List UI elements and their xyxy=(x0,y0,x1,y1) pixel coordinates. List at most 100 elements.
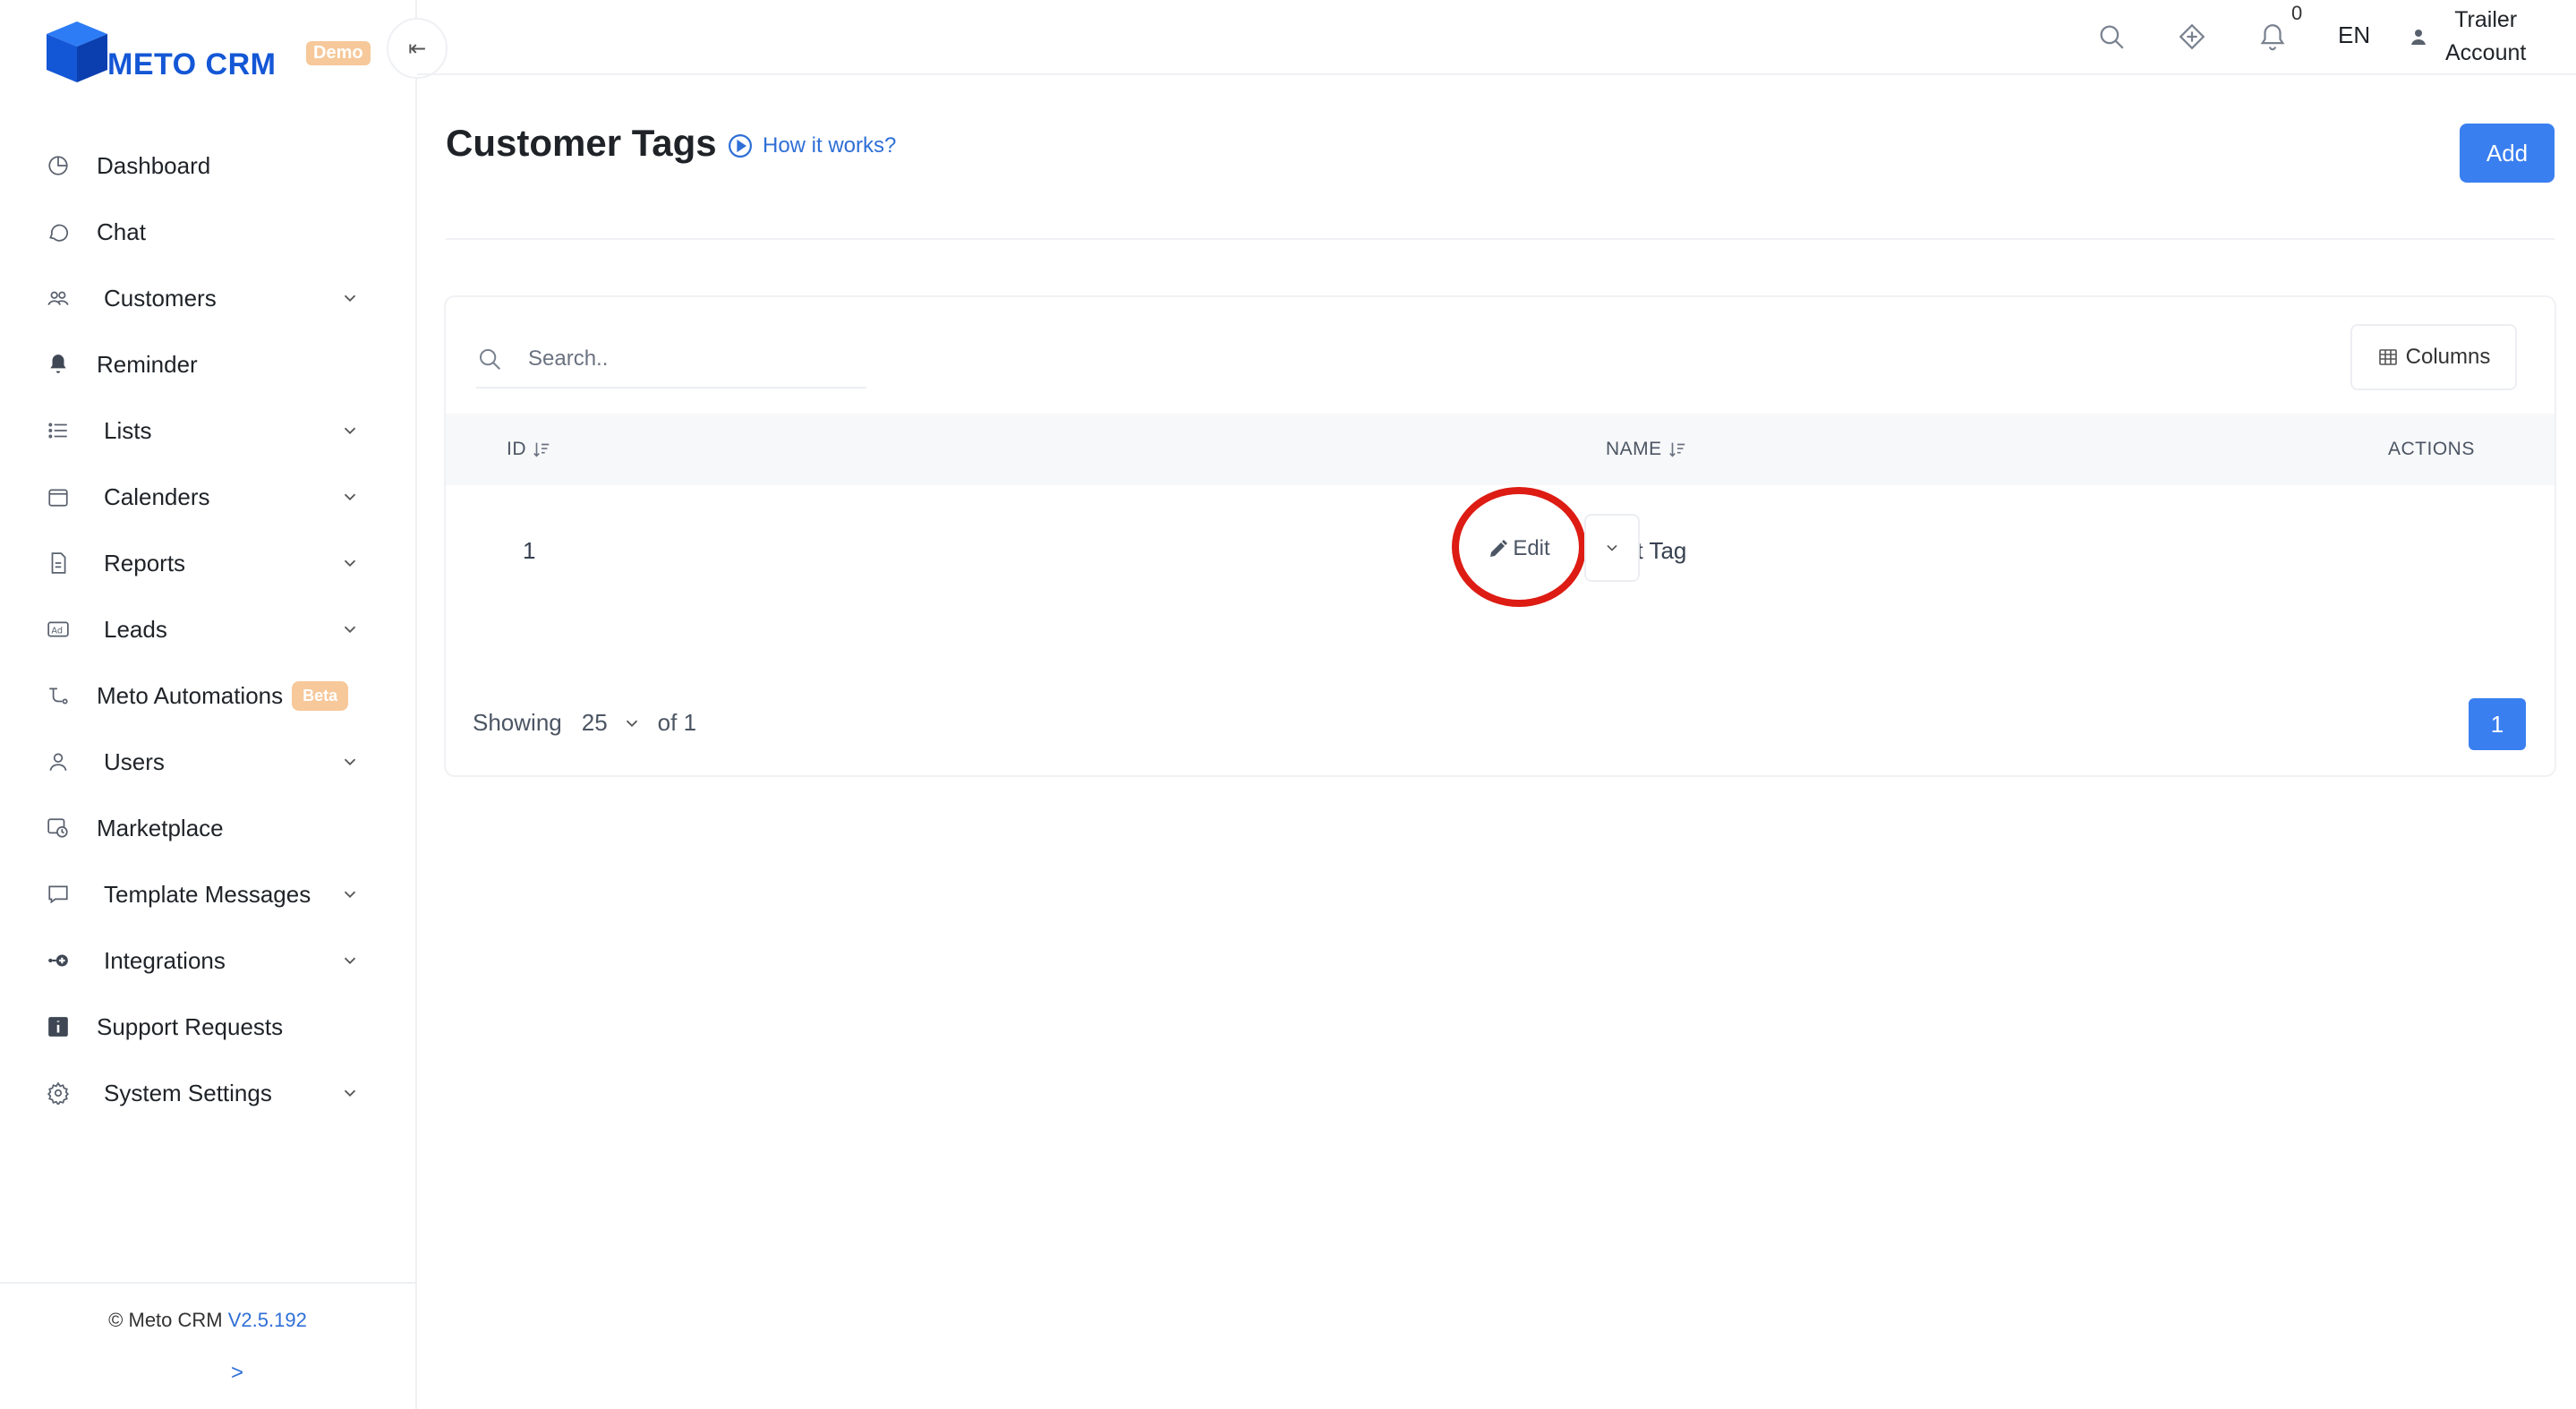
customers-icon xyxy=(45,285,72,312)
info-icon xyxy=(45,1013,72,1040)
chevron-down-icon xyxy=(1607,544,1617,551)
pagination-info: Showing 25 of 1 xyxy=(473,709,696,737)
copyright-text: © Meto CRM V2.5.192 xyxy=(0,1309,415,1332)
integration-icon xyxy=(45,947,72,974)
report-icon xyxy=(45,550,72,576)
chevron-down-icon xyxy=(344,493,356,501)
bell-icon xyxy=(45,351,72,378)
column-header-name[interactable]: NAME xyxy=(1606,439,1687,460)
ad-icon: Ad xyxy=(45,616,72,643)
sidebar-item-integrations[interactable]: Integrations xyxy=(0,927,417,994)
sidebar-item-reports[interactable]: Reports xyxy=(0,530,417,596)
sidebar-footer: © Meto CRM V2.5.192 > xyxy=(0,1282,415,1409)
chat-icon xyxy=(45,218,72,245)
automation-icon xyxy=(45,682,72,709)
account-menu[interactable]: Trailer Account xyxy=(2408,4,2526,70)
column-header-label: ACTIONS xyxy=(2388,439,2475,459)
sidebar-item-label: Calenders xyxy=(104,482,210,510)
column-header-actions: ACTIONS xyxy=(2388,439,2475,460)
search-box xyxy=(476,331,866,389)
copyright-label: © Meto CRM xyxy=(108,1309,223,1331)
play-circle-icon xyxy=(729,134,752,158)
logo-cube-icon xyxy=(47,21,107,82)
version-link[interactable]: V2.5.192 xyxy=(228,1309,307,1331)
sidebar-item-users[interactable]: Users xyxy=(0,729,417,795)
column-header-id[interactable]: ID xyxy=(507,439,551,460)
sidebar-item-label: Dashboard xyxy=(97,151,211,179)
sidebar-item-dashboard[interactable]: Dashboard xyxy=(0,132,417,199)
chevron-down-icon xyxy=(344,1089,356,1097)
columns-button[interactable]: Columns xyxy=(2350,324,2517,390)
logo[interactable]: METO CRM Demo xyxy=(43,16,371,88)
sidebar-item-label: Support Requests xyxy=(97,1012,284,1040)
showing-label: Showing xyxy=(473,709,562,736)
table-header: ID NAME ACTIONS xyxy=(446,414,2555,485)
sidebar-item-reminder[interactable]: Reminder xyxy=(0,331,417,397)
table-row: 1 Test Tag Edit xyxy=(446,487,2555,621)
sidebar-item-label: Customers xyxy=(104,284,217,312)
chevron-down-icon xyxy=(344,295,356,303)
user-icon xyxy=(2411,30,2426,45)
sidebar-item-customers[interactable]: Customers xyxy=(0,265,417,331)
sidebar-item-label: Reports xyxy=(104,549,186,576)
sidebar-item-label: Meto Automations xyxy=(97,681,284,709)
search-input[interactable] xyxy=(528,346,850,371)
table-columns-icon xyxy=(2378,349,2397,365)
sidebar-item-template-messages[interactable]: Template Messages xyxy=(0,861,417,927)
account-name: Trailer Account xyxy=(2445,4,2526,70)
bell-icon[interactable] xyxy=(2257,21,2288,52)
expand-footer-button[interactable]: > xyxy=(231,1361,243,1386)
how-it-works-link[interactable]: How it works? xyxy=(727,132,896,159)
page-button-current[interactable]: 1 xyxy=(2469,698,2526,750)
sort-icon xyxy=(1668,442,1685,457)
sidebar-item-label: Integrations xyxy=(104,946,226,974)
page-total: of 1 xyxy=(657,709,697,736)
pencil-icon xyxy=(1490,540,1508,557)
diamond-apps-icon[interactable] xyxy=(2177,21,2207,52)
message-icon xyxy=(45,881,72,908)
row-actions-dropdown[interactable] xyxy=(1584,514,1640,582)
notification-count: 0 xyxy=(2291,2,2303,24)
calendar-icon xyxy=(45,483,72,510)
tags-table-card: Columns ID NAME ACTIONS 1 Test Tag Edit xyxy=(444,295,2556,777)
column-header-label: ID xyxy=(507,439,526,459)
sidebar-item-chat[interactable]: Chat xyxy=(0,199,417,265)
topbar xyxy=(417,0,2576,75)
sidebar-item-label: Lists xyxy=(104,416,152,444)
edit-button[interactable]: Edit xyxy=(1479,517,1559,580)
search-icon[interactable] xyxy=(2096,21,2127,52)
add-button[interactable]: Add xyxy=(2460,124,2555,183)
list-icon xyxy=(45,417,72,444)
chevron-down-icon xyxy=(344,427,356,435)
language-selector[interactable]: EN xyxy=(2338,21,2370,49)
sidebar-item-label: Users xyxy=(104,747,165,775)
page-size-value: 25 xyxy=(581,709,608,736)
sidebar-item-marketplace[interactable]: Marketplace xyxy=(0,795,417,861)
sidebar-item-support-requests[interactable]: Support Requests xyxy=(0,994,417,1060)
logo-text: METO CRM xyxy=(107,47,277,81)
svg-text:Ad: Ad xyxy=(51,626,63,636)
sidebar-item-lists[interactable]: Lists xyxy=(0,397,417,464)
account-line1: Trailer xyxy=(2454,7,2518,32)
user-icon xyxy=(45,748,72,775)
sidebar-item-leads[interactable]: Ad Leads xyxy=(0,596,417,662)
search-icon xyxy=(480,349,500,370)
marketplace-icon xyxy=(45,815,72,841)
demo-badge: Demo xyxy=(306,41,371,65)
chevron-down-icon xyxy=(344,626,356,634)
sidebar-item-label: Leads xyxy=(104,615,167,643)
chevron-down-icon xyxy=(626,720,637,727)
sort-icon xyxy=(533,442,550,457)
sidebar-item-label: Marketplace xyxy=(97,814,224,841)
sidebar-item-label: Template Messages xyxy=(104,880,311,908)
chevron-down-icon xyxy=(344,758,356,766)
sidebar-item-calenders[interactable]: Calenders xyxy=(0,464,417,530)
dashboard-icon xyxy=(45,152,72,179)
gear-icon xyxy=(45,1080,72,1106)
sidebar-item-system-settings[interactable]: System Settings xyxy=(0,1060,417,1126)
page-size-select[interactable]: 25 xyxy=(582,709,642,737)
app-root: METO CRM Demo Dashboard Chat Customers R… xyxy=(0,0,2576,1409)
divider xyxy=(446,238,2555,240)
sidebar-item-meto-automations[interactable]: Meto Automations Beta xyxy=(0,662,417,729)
how-it-works-label: How it works? xyxy=(763,133,897,158)
